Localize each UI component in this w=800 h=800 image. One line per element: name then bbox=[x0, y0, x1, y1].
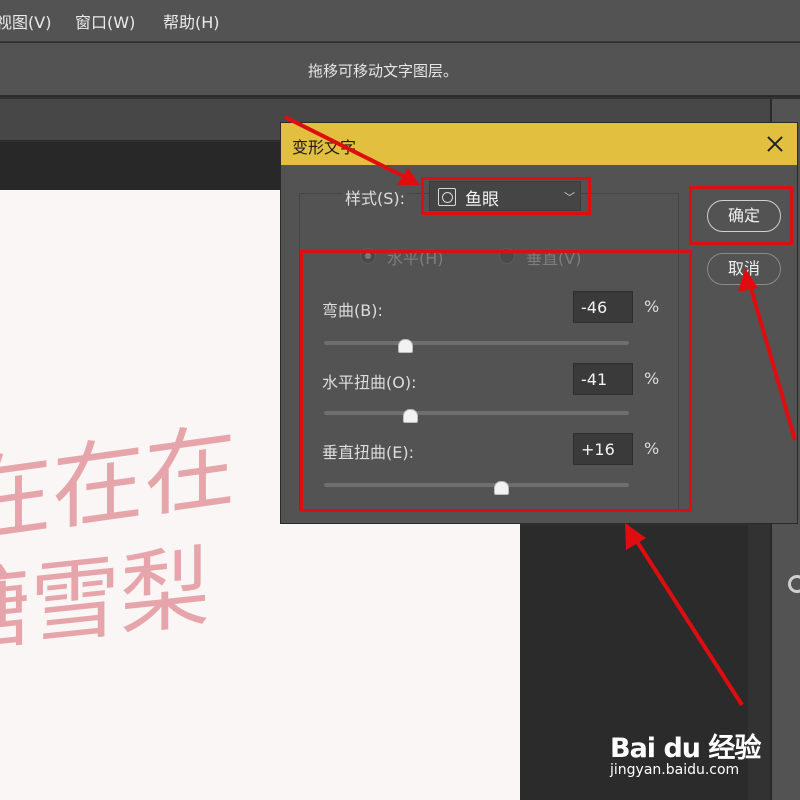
watermark-url: jingyan.baidu.com bbox=[610, 762, 740, 778]
horizontal-distortion-slider-thumb[interactable] bbox=[403, 409, 418, 423]
menu-view[interactable]: 视图(V) bbox=[0, 9, 51, 33]
dialog-title: 变形文字 bbox=[292, 138, 357, 157]
ok-button[interactable]: 确定 bbox=[707, 200, 781, 232]
menu-window[interactable]: 窗口(W) bbox=[75, 9, 135, 33]
horizontal-distortion-input[interactable]: -41 bbox=[573, 363, 633, 395]
options-bar: 拖移可移动文字图层。 bbox=[0, 43, 800, 97]
style-label: 样式(S): bbox=[343, 185, 408, 209]
bend-slider-thumb[interactable] bbox=[398, 339, 413, 353]
cancel-button[interactable]: 取消 bbox=[707, 253, 781, 285]
watermark-brand: Bai du 经验 bbox=[610, 733, 761, 764]
warp-text-dialog: 变形文字 样式(S): 鱼眼 ﹀ 水平(H) 垂直(V) 弯曲(B): -46 … bbox=[280, 122, 798, 524]
vertical-distortion-input[interactable]: +16 bbox=[573, 433, 633, 465]
vertical-distortion-slider-track[interactable] bbox=[324, 483, 629, 487]
radio-button-selected bbox=[360, 248, 376, 264]
vertical-label: 垂直(V) bbox=[526, 249, 582, 268]
baidu-jingyan-watermark: Bai du 经验 jingyan.baidu.com bbox=[610, 712, 761, 784]
horizontal-distortion-unit: % bbox=[644, 369, 660, 388]
fisheye-warp-icon bbox=[438, 188, 456, 206]
style-dropdown[interactable]: 鱼眼 ﹀ bbox=[429, 181, 581, 211]
orientation-vertical-radio[interactable]: 垂直(V) bbox=[499, 245, 599, 268]
orientation-horizontal-radio[interactable]: 水平(H) bbox=[360, 245, 460, 268]
bend-unit: % bbox=[644, 297, 660, 316]
chevron-down-icon: ﹀ bbox=[564, 191, 575, 204]
dialog-titlebar[interactable]: 变形文字 bbox=[281, 123, 797, 165]
close-icon[interactable] bbox=[762, 131, 788, 157]
horizontal-distortion-slider-track[interactable] bbox=[324, 411, 629, 415]
vertical-distortion-slider-thumb[interactable] bbox=[494, 481, 509, 495]
style-value: 鱼眼 bbox=[465, 190, 499, 210]
bend-slider-track[interactable] bbox=[324, 341, 629, 345]
canvas-text-line-2: 糖雪梨 bbox=[0, 534, 210, 669]
vertical-distortion-unit: % bbox=[644, 439, 660, 458]
horizontal-distortion-label: 水平扭曲(O): bbox=[322, 373, 417, 392]
panel-circle-icon[interactable] bbox=[788, 575, 800, 593]
bend-label: 弯曲(B): bbox=[322, 301, 383, 320]
menu-help[interactable]: 帮助(H) bbox=[163, 9, 220, 33]
radio-button bbox=[499, 248, 515, 264]
options-hint: 拖移可移动文字图层。 bbox=[308, 62, 459, 80]
horizontal-label: 水平(H) bbox=[387, 249, 444, 268]
bend-input[interactable]: -46 bbox=[573, 291, 633, 323]
vertical-distortion-label: 垂直扭曲(E): bbox=[322, 443, 414, 462]
menu-bar: 视图(V) 窗口(W) 帮助(H) bbox=[0, 0, 800, 42]
